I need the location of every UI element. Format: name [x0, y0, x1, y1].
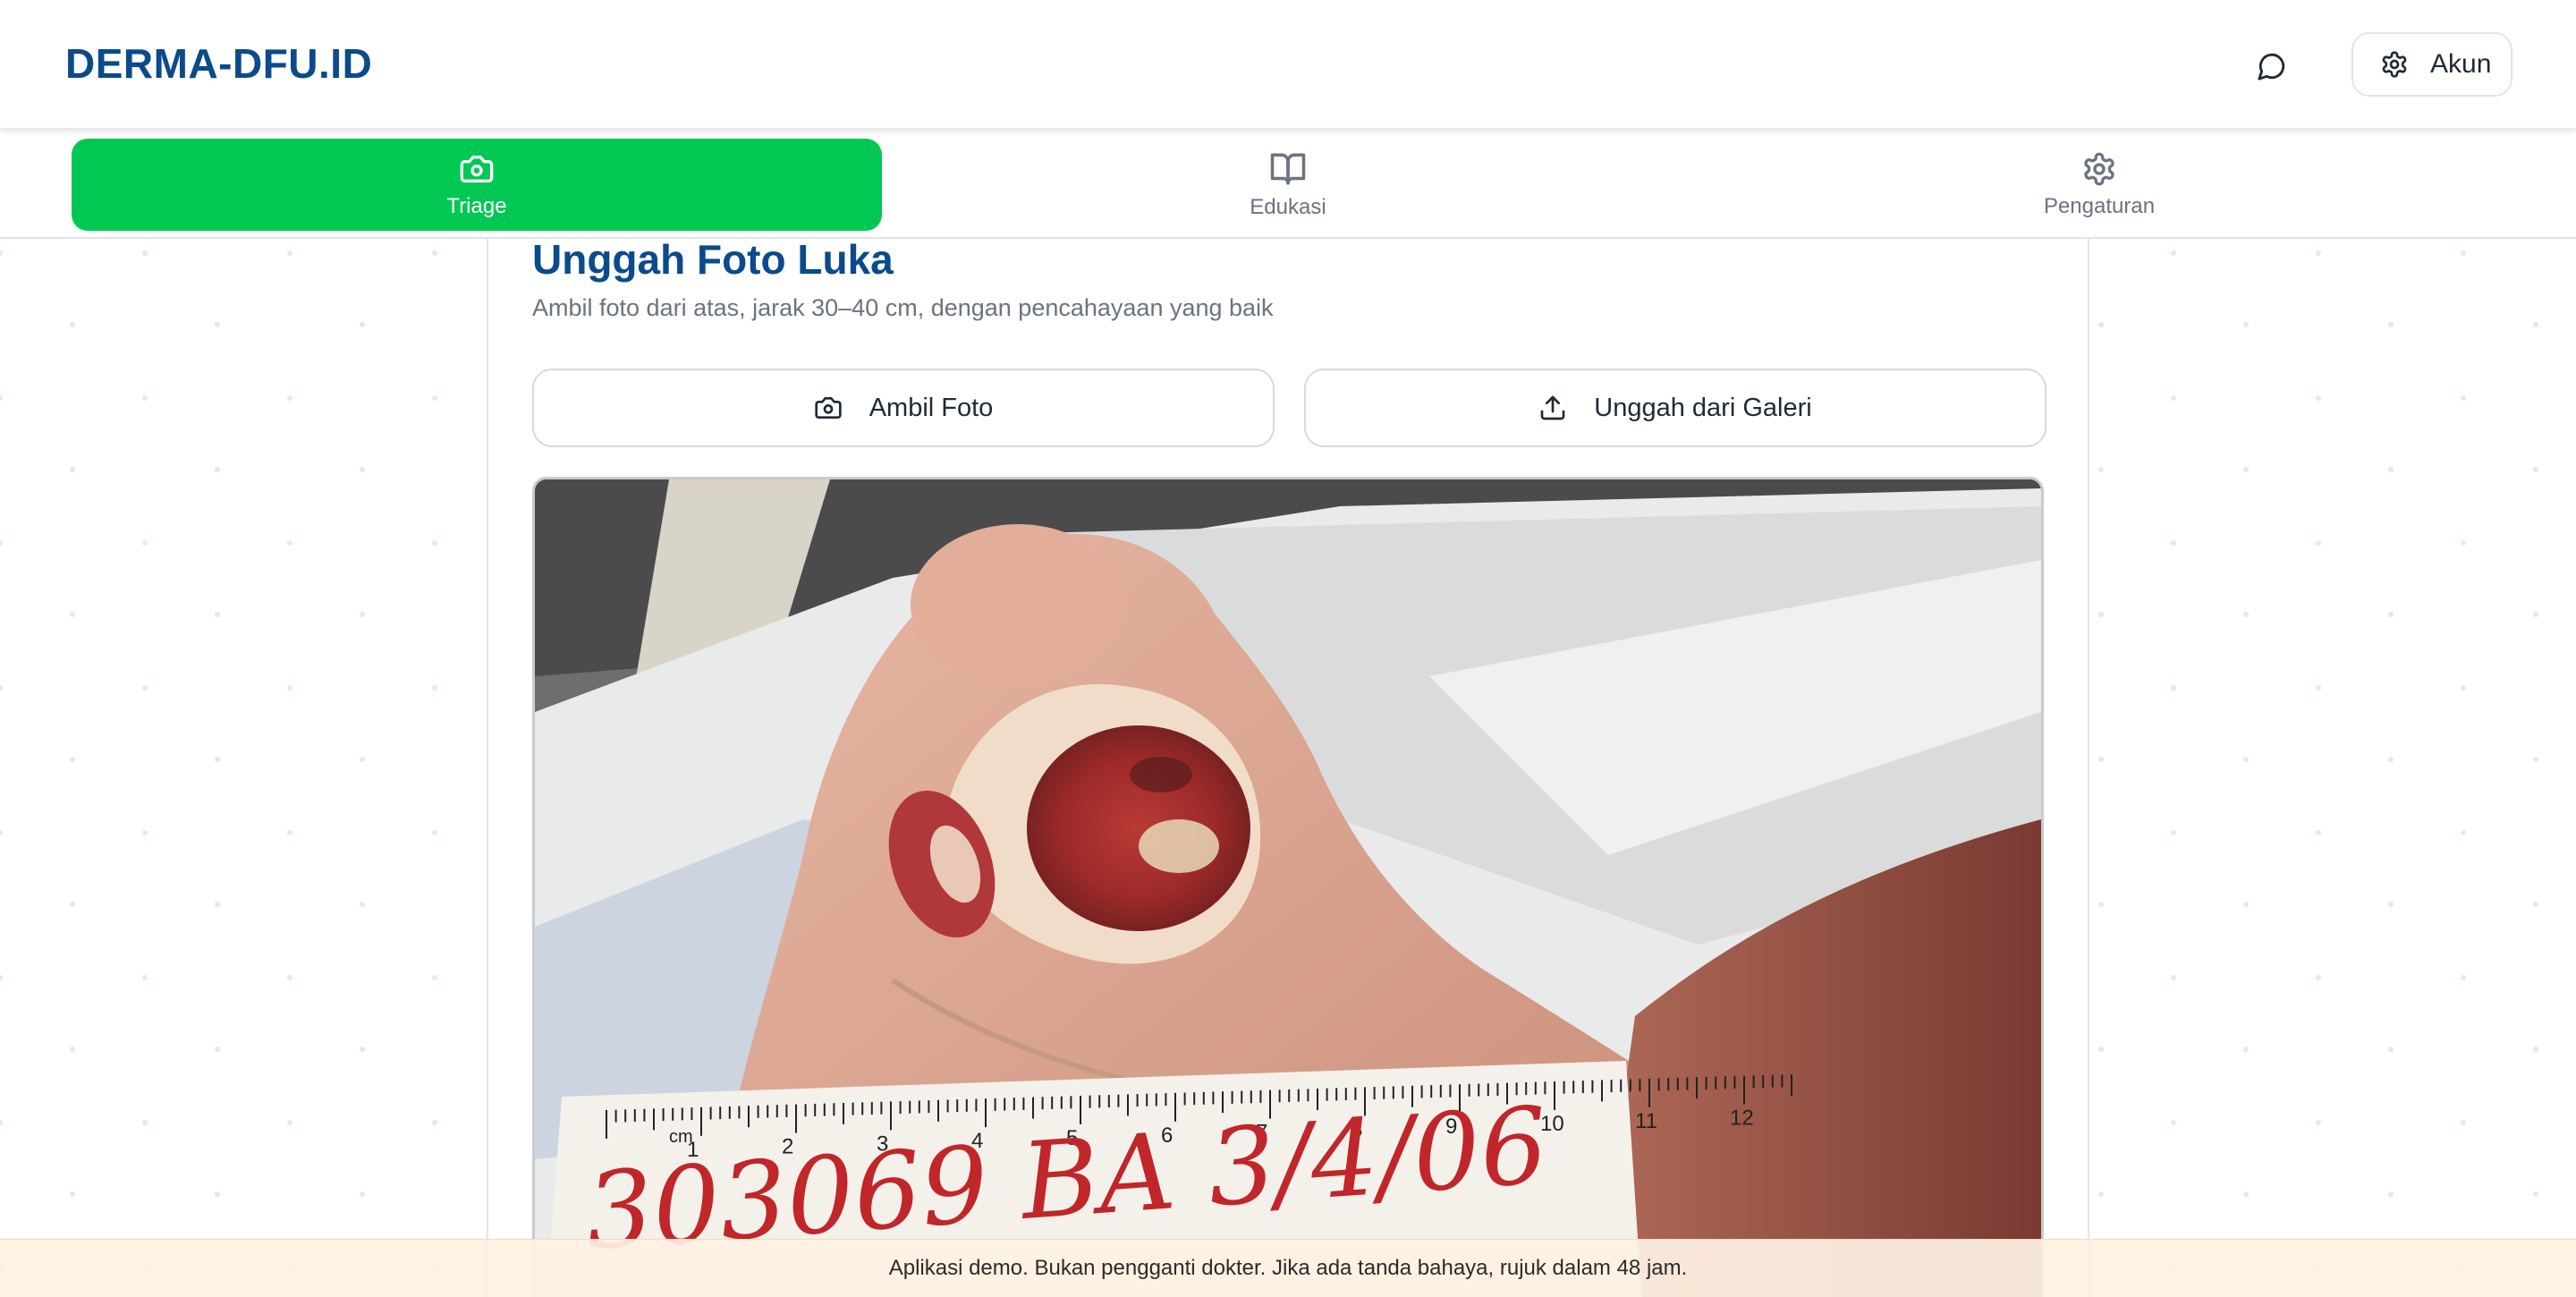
ruler-number: 12 — [1730, 1106, 1754, 1131]
app-header: DERMA-DFU.ID Akun — [0, 0, 2576, 129]
take-photo-label: Ambil Foto — [869, 393, 994, 422]
tab-triage-label: Triage — [446, 193, 507, 218]
camera-icon — [460, 155, 494, 182]
tab-bar: Triage Edukasi Pengaturan — [0, 130, 2576, 239]
tab-pengaturan[interactable]: Pengaturan — [1694, 139, 2504, 231]
disclaimer-text: Aplikasi demo. Bukan pengganti dokter. J… — [888, 1256, 1688, 1280]
upload-gallery-label: Unggah dari Galeri — [1594, 393, 1812, 422]
account-button[interactable]: Akun — [2351, 32, 2512, 97]
disclaimer-banner: Aplikasi demo. Bukan pengganti dokter. J… — [0, 1239, 2576, 1297]
upload-icon — [1540, 395, 1565, 420]
chat-button[interactable] — [2250, 45, 2293, 88]
tab-triage[interactable]: Triage — [72, 139, 882, 231]
chat-bubble-icon — [2258, 53, 2285, 81]
ruler-number: 11 — [1635, 1109, 1657, 1133]
account-label: Akun — [2430, 49, 2492, 79]
gear-icon — [2084, 152, 2114, 185]
page-subtitle: Ambil foto dari atas, jarak 30–40 cm, de… — [532, 294, 1274, 321]
tab-pengaturan-label: Pengaturan — [2043, 193, 2156, 218]
tab-edukasi[interactable]: Edukasi — [883, 139, 1693, 231]
upload-gallery-button[interactable]: Unggah dari Galeri — [1304, 369, 2046, 447]
gear-icon — [2382, 51, 2407, 78]
wound-photo: cm 1 2 3 4 5 6 7 8 9 10 11 12 303069 BA 3/4/06 — [535, 479, 2041, 1297]
tab-edukasi-label: Edukasi — [1250, 194, 1326, 219]
page-title: Unggah Foto Luka — [532, 236, 894, 283]
wound-photo-preview: cm 1 2 3 4 5 6 7 8 9 10 11 12 303069 BA 3/4/06 — [532, 477, 2044, 1297]
camera-icon — [815, 397, 842, 419]
take-photo-button[interactable]: Ambil Foto — [532, 369, 1275, 447]
upload-card: Unggah Foto Luka Ambil foto dari atas, j… — [487, 236, 2089, 1297]
brand-logo[interactable]: DERMA-DFU.ID — [65, 39, 372, 88]
open-book-icon — [1270, 153, 1306, 184]
